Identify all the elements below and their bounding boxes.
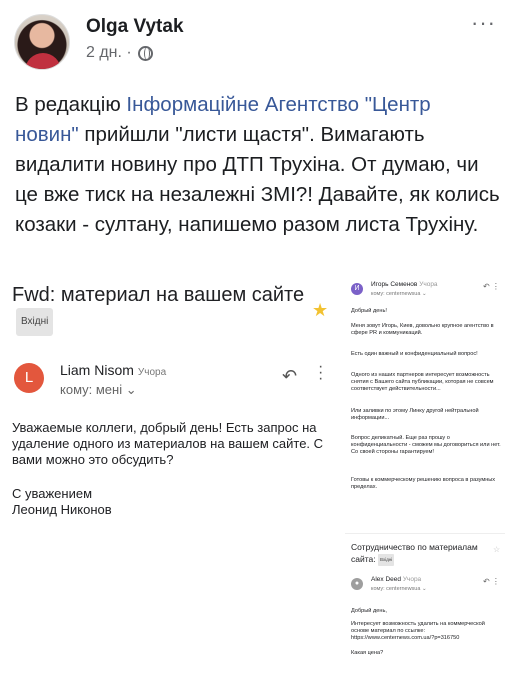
- more-horizontal-icon[interactable]: ···: [471, 12, 496, 34]
- side-reply-icon: ↶ ⋮: [483, 282, 500, 291]
- side-sender-2-name: Alex Deed Учора: [371, 576, 421, 583]
- post-text-before: В редакцію: [15, 93, 127, 116]
- star-icon: ★: [312, 300, 329, 320]
- signature-line-1: С уважением: [12, 486, 93, 501]
- sender-name: Liam Nisom Учора: [60, 362, 166, 378]
- side-star-icon: ☆: [493, 545, 501, 554]
- side-sender-2-to: кому: centernewsua ⌄: [371, 586, 427, 592]
- post-header: Olga Vytak 2 дн. · ···: [14, 10, 504, 70]
- author-name[interactable]: Olga Vytak: [86, 16, 184, 38]
- email-signature: С уважением Леонид Никонов: [12, 486, 112, 518]
- side-p2: Меня зовут Игорь, Киев, довольно крупное…: [351, 323, 494, 336]
- attached-image[interactable]: Fwd: материал на вашем сайте Вхідні ★ L …: [0, 270, 513, 687]
- email-subject: Fwd: материал на вашем сайте Вхідні: [12, 282, 312, 336]
- post-text: В редакцію Інформаційне Агентство "Центр…: [15, 90, 500, 240]
- sender-name-text: Liam Nisom: [60, 362, 134, 378]
- side2-p1: Добрый день,: [351, 608, 387, 614]
- side-sender-name: Игорь Семенов Учора: [371, 281, 438, 288]
- side-sender-time: Учора: [419, 281, 438, 288]
- sender-time: Учора: [137, 367, 167, 378]
- email-body: Уважаемые коллеги, добрый день! Есть зап…: [12, 420, 324, 467]
- side-sender-avatar: И: [351, 283, 363, 295]
- side-p7: Готовы к коммерческому решению вопроса в…: [351, 477, 496, 490]
- side-p6: Вопрос деликатный. Еще раз прошу о конфи…: [351, 435, 501, 455]
- side-sender-to: кому: centernewsua ⌄: [371, 291, 427, 297]
- sender-to: кому: мені ⌄: [60, 382, 137, 397]
- side2-p3: Какая цена?: [351, 650, 384, 656]
- author-avatar[interactable]: [14, 14, 70, 70]
- side-subject-text: Сотрудничество по материалам сайта:: [351, 542, 478, 564]
- side-subject: Сотрудничество по материалам сайта: Вхід…: [351, 541, 491, 566]
- side-p4: Одного из наших партнеров интересует воз…: [351, 372, 494, 392]
- side-sender-name-text: Игорь Семенов: [371, 281, 418, 288]
- side-p3: Есть один важный и конфиденциальный вопр…: [351, 351, 478, 357]
- signature-line-2: Леонид Никонов: [12, 502, 112, 517]
- side-emails: И Игорь Семенов Учора кому: centernewsua…: [345, 275, 505, 685]
- side-p1: Добрый день!: [351, 308, 387, 314]
- side-sender-2-time: Учора: [402, 576, 422, 583]
- inbox-label: Вхідні: [16, 308, 54, 336]
- reply-icon: ↶: [282, 366, 298, 386]
- side-sender-2-avatar: ●: [351, 578, 363, 590]
- email-subject-text: Fwd: материал на вашем сайте: [12, 284, 305, 306]
- side-p5: Или заливки по этому Линку другой нейтра…: [351, 408, 479, 421]
- post-time[interactable]: 2 дн. ·: [86, 44, 132, 62]
- side-reply-2-icon: ↶ ⋮: [483, 577, 500, 586]
- post-text-after: прийшли "листи щастя". Вимагають видалит…: [15, 123, 500, 236]
- side-sender-2-name-text: Alex Deed: [371, 576, 401, 583]
- sender-avatar: L: [14, 363, 44, 393]
- globe-icon: [137, 45, 153, 61]
- more-vertical-icon: · · ·: [318, 358, 324, 387]
- side-inbox-label: Вхідні: [378, 553, 395, 566]
- side2-p2: Интересует возможность удалить на коммер…: [351, 621, 485, 641]
- post-meta: 2 дн. ·: [86, 44, 153, 62]
- side-divider: [345, 533, 505, 534]
